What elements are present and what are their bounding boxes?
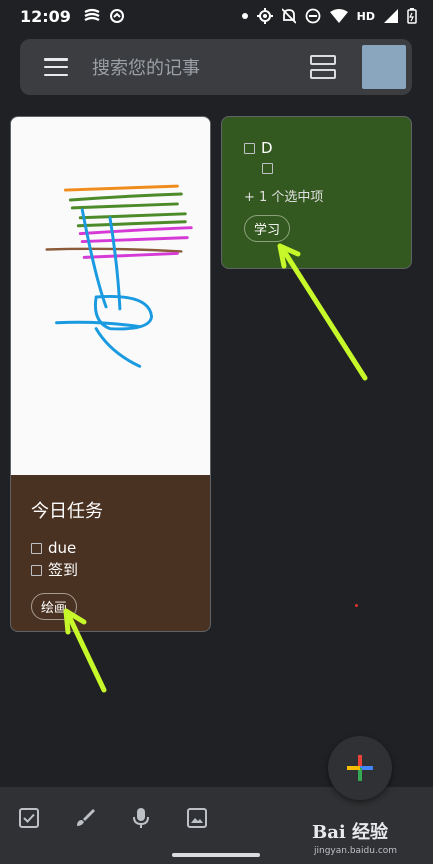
checkbox-icon[interactable] — [31, 542, 42, 554]
watermark-url: jingyan.baidu.com — [314, 846, 398, 856]
hd-indicator: HD — [356, 9, 375, 23]
new-image-button[interactable] — [184, 805, 210, 831]
note-card-today-tasks[interactable]: 今日任务 due 签到 绘画 — [10, 116, 211, 632]
new-note-button[interactable] — [328, 736, 392, 800]
checkbox-icon[interactable] — [244, 142, 255, 154]
label-chip-drawing[interactable]: 绘画 — [31, 593, 78, 620]
sync-icon — [109, 9, 124, 23]
do-not-disturb-icon — [305, 8, 321, 24]
list-view-icon[interactable] — [310, 55, 336, 79]
checkbox-icon[interactable] — [262, 163, 273, 174]
plus-icon — [347, 755, 373, 781]
note-card-study[interactable]: D + 1 个选中项 学习 — [221, 116, 412, 269]
microphone-icon — [133, 808, 149, 828]
dot-icon — [241, 13, 248, 19]
signal-icon — [384, 9, 398, 23]
label-chip-study[interactable]: 学习 — [244, 215, 291, 242]
menu-icon[interactable] — [44, 58, 68, 76]
checkbox-icon[interactable] — [31, 564, 42, 576]
checklist-item-text: D — [261, 139, 273, 157]
watermark: Bai 经验 jingyan.baidu.com — [312, 818, 397, 856]
note-title: 今日任务 — [31, 501, 103, 522]
notifications-off-icon — [281, 8, 296, 24]
search-input[interactable]: 搜索您的记事 — [92, 54, 310, 80]
checklist-item: D — [244, 137, 389, 159]
search-bar[interactable]: 搜索您的记事 — [20, 39, 412, 95]
checklist-item: 签到 — [31, 559, 190, 581]
watermark-brand: Bai 经验 — [312, 822, 388, 843]
hotspot-icon — [84, 8, 100, 21]
new-list-button[interactable] — [16, 805, 42, 831]
wifi-icon — [329, 9, 348, 23]
avatar[interactable] — [362, 45, 406, 89]
checklist-item-text: due — [48, 539, 77, 557]
new-drawing-button[interactable] — [72, 805, 98, 831]
image-icon — [187, 808, 207, 828]
checkbox-checked-icon — [19, 808, 39, 828]
checklist-item: due — [31, 537, 190, 559]
battery-icon — [407, 8, 417, 24]
location-icon — [256, 8, 273, 24]
new-audio-button[interactable] — [128, 805, 154, 831]
drawing-image — [11, 117, 210, 475]
checked-items-count: + 1 个选中项 — [244, 190, 324, 205]
checklist-item — [244, 163, 389, 174]
home-indicator[interactable] — [172, 853, 260, 857]
checklist-item-text: 签到 — [48, 561, 79, 579]
brush-icon — [77, 809, 95, 826]
status-bar: 12:09 HD — [0, 0, 433, 32]
status-time: 12:09 — [20, 6, 71, 26]
stray-dot — [355, 604, 358, 607]
